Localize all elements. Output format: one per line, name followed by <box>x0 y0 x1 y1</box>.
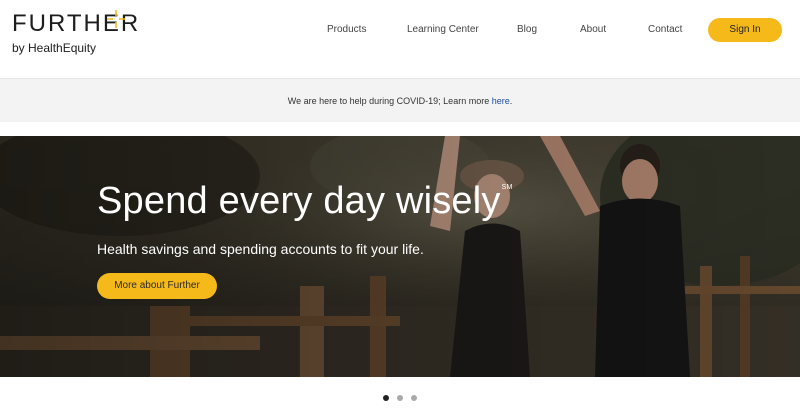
carousel-dot-1[interactable] <box>382 395 389 401</box>
hero-subtitle: Health savings and spending accounts to … <box>97 241 424 257</box>
hero-title: Spend every day wiselySM <box>97 180 513 223</box>
notice-link[interactable]: here <box>492 96 510 106</box>
nav-item-contact[interactable]: Contact <box>648 24 682 35</box>
nav-item-blog[interactable]: Blog <box>517 24 537 35</box>
carousel-dot-3[interactable] <box>411 395 418 401</box>
more-about-button[interactable]: More about Further <box>97 273 217 299</box>
carousel-dots <box>0 388 800 401</box>
nav-item-about[interactable]: About <box>580 24 606 35</box>
hero-title-text: Spend every day wisely <box>97 180 501 222</box>
service-mark: SM <box>501 184 513 191</box>
nav-item-products[interactable]: Products <box>327 24 366 35</box>
notice-bar: We are here to help during COVID-19; Lea… <box>0 78 800 122</box>
notice-trail: . <box>509 96 513 106</box>
main-nav: Products Learning Center Blog About Cont… <box>0 22 800 42</box>
logo-subtitle: by HealthEquity <box>12 41 97 55</box>
nav-item-learning-center[interactable]: Learning Center <box>407 24 479 35</box>
carousel-dot-2[interactable] <box>397 395 403 401</box>
sign-in-button[interactable]: Sign In <box>708 18 782 42</box>
notice-text: We are here to help during COVID-19; Lea… <box>287 96 492 106</box>
site-header: FURTHER by HealthEquity Products Learnin… <box>0 0 800 78</box>
hero-banner: Spend every day wiselySM Health savings … <box>0 136 800 377</box>
